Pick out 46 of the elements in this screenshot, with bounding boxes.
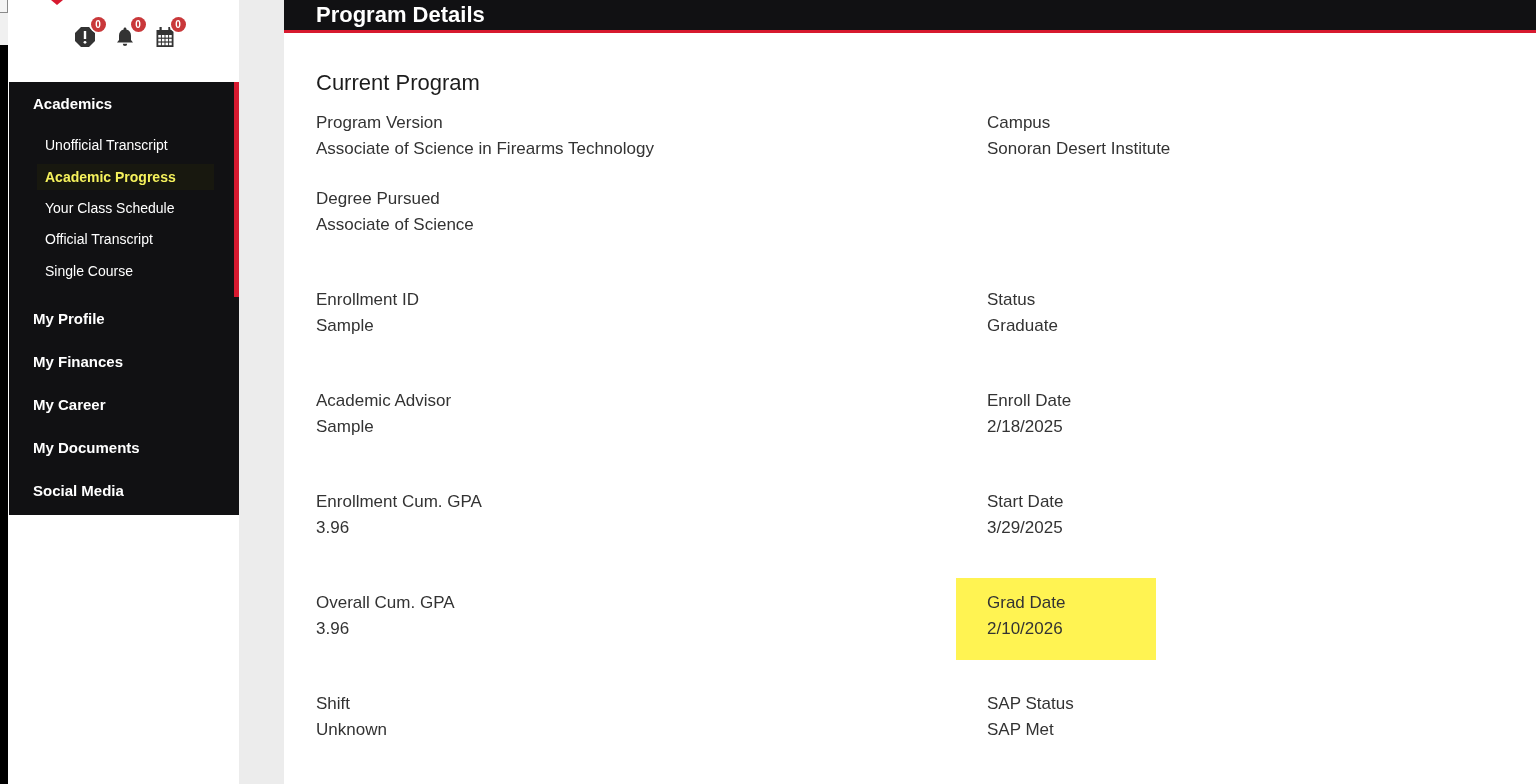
- submenu-item[interactable]: Your Class Schedule: [37, 192, 214, 224]
- nav-item[interactable]: My Documents: [9, 425, 239, 469]
- nav-item[interactable]: Social Media: [9, 468, 239, 512]
- field-label: Degree Pursued: [316, 188, 441, 210]
- nav-item[interactable]: Academics: [9, 82, 234, 125]
- nav-item[interactable]: My Finances: [9, 339, 239, 383]
- field-value: Sonoran Desert Institute: [987, 138, 1172, 160]
- field-value: Associate of Science: [316, 214, 475, 236]
- nav-item[interactable]: My Career: [9, 382, 239, 426]
- submenu-item[interactable]: Official Transcript: [37, 223, 214, 255]
- field-label: Status: [987, 289, 1037, 311]
- field-value: 3.96: [316, 618, 351, 640]
- field-label: Start Date: [987, 491, 1065, 513]
- field-value: 3.96: [316, 517, 351, 539]
- field-label: Enroll Date: [987, 390, 1073, 412]
- field-value: 2/10/2026: [987, 618, 1064, 640]
- field-label: SAP Status: [987, 693, 1075, 715]
- field-value: Associate of Science in Firearms Technology: [316, 138, 655, 160]
- submenu-item[interactable]: Single Course: [37, 255, 214, 287]
- field-label: Academic Advisor: [316, 390, 453, 412]
- alert-icon[interactable]: [74, 27, 95, 47]
- field-value: 3/29/2025: [987, 517, 1064, 539]
- bell-icon[interactable]: [114, 27, 135, 47]
- count-badge: 0: [130, 17, 146, 32]
- page-title: Program Details: [316, 1, 485, 29]
- count-badge: 0: [170, 17, 186, 32]
- nav-item[interactable]: My Profile: [9, 296, 239, 340]
- count-badge: 0: [90, 17, 106, 32]
- field-value: Sample: [316, 416, 375, 438]
- calendar-icon[interactable]: [154, 27, 175, 47]
- field-label: Campus: [987, 112, 1052, 134]
- field-value: Unknown: [316, 719, 388, 741]
- field-label: Enrollment Cum. GPA: [316, 491, 483, 513]
- field-label: Grad Date: [987, 592, 1067, 614]
- field-value: 2/18/2025: [987, 416, 1064, 438]
- field-label: Overall Cum. GPA: [316, 592, 456, 614]
- section-heading: Current Program: [316, 69, 481, 97]
- field-value: Sample: [316, 315, 375, 337]
- field-label: Enrollment ID: [316, 289, 420, 311]
- field-value: Graduate: [987, 315, 1059, 337]
- submenu-item[interactable]: Academic Progress: [37, 163, 214, 190]
- field-value: SAP Met: [987, 719, 1055, 741]
- logo-fragment-icon: [51, 0, 63, 5]
- submenu-item[interactable]: Unofficial Transcript: [37, 129, 214, 161]
- field-label: Shift: [316, 693, 352, 715]
- field-label: Program Version: [316, 112, 444, 134]
